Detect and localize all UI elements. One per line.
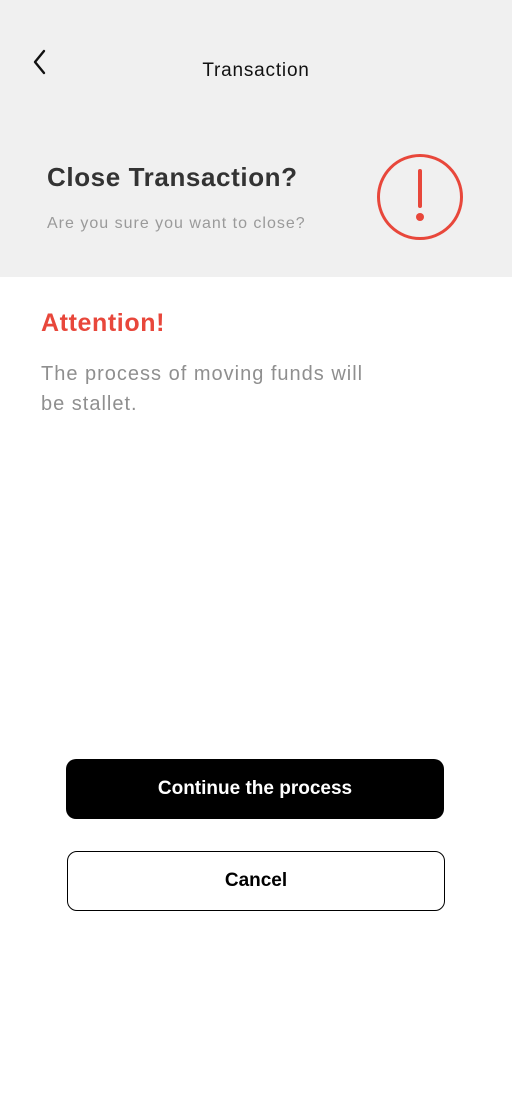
cancel-button[interactable]: Cancel: [67, 851, 445, 911]
header-panel: Transaction Close Transaction? Are you s…: [0, 0, 512, 277]
dialog-subtitle: Are you sure you want to close?: [47, 215, 306, 232]
screen-title: Transaction: [202, 60, 310, 81]
attention-title: Attention!: [41, 309, 166, 337]
continue-button[interactable]: Continue the process: [66, 759, 444, 819]
attention-message: The process of moving funds will be stal…: [41, 363, 364, 415]
dialog-title: Close Transaction?: [47, 162, 298, 192]
exclamation-circle-icon: [376, 153, 464, 241]
